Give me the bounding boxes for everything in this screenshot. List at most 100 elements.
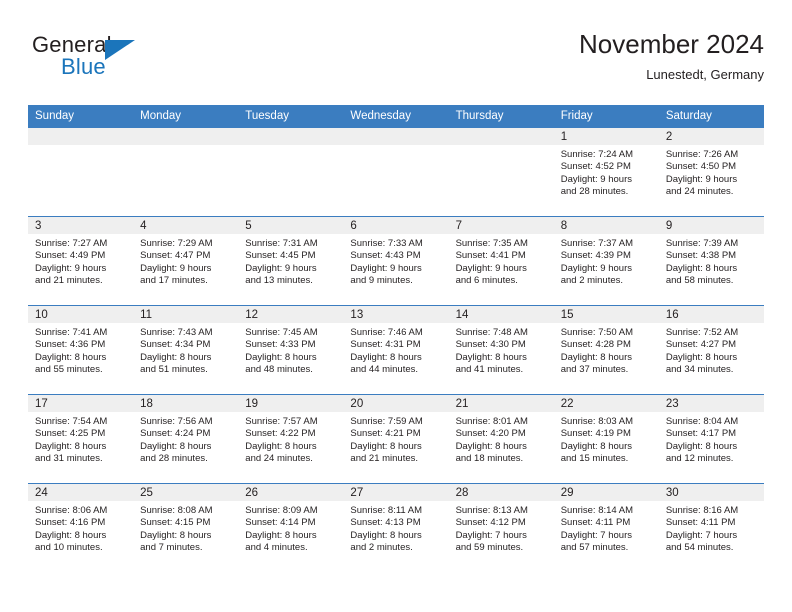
sunset-text: Sunset: 4:38 PM <box>665 250 737 262</box>
calendar-day-cell[interactable]: 11 Sunrise: 7:43 AM Sunset: 4:34 PM Dayligh… <box>133 306 239 394</box>
calendar-day-cell[interactable]: 2 Sunrise: 7:26 AM Sunset: 4:50 PM Daylight… <box>658 128 764 216</box>
sunrise-text: Sunrise: 7:52 AM <box>665 327 739 338</box>
daylight-text-line1: Daylight: 9 hours <box>350 262 422 274</box>
calendar-day-cell[interactable]: 24 Sunrise: 8:06 AM Sunset: 4:16 PM Dayligh… <box>28 484 134 572</box>
sunrise-text: Sunrise: 7:45 AM <box>245 327 318 338</box>
sunrise-text: Sunrise: 7:39 AM <box>665 238 739 249</box>
sunset-text: Sunset: 4:41 PM <box>455 250 526 262</box>
sunset-text: Sunset: 4:43 PM <box>350 250 421 262</box>
sunrise-text: Sunrise: 7:59 AM <box>350 416 423 427</box>
day-sun-info: Sunrise: 7:48 AM Sunset: 4:30 PM Daylight:… <box>449 323 554 377</box>
daylight-text-line1: Daylight: 8 hours <box>350 529 422 541</box>
title-block: November 2024 Lunestedt, Germany <box>579 28 764 85</box>
daylight-text-line2: and 37 minutes. <box>560 364 629 376</box>
calendar-day-cell[interactable]: 17 Sunrise: 7:54 AM Sunset: 4:25 PM Dayligh… <box>28 395 134 483</box>
calendar-week-row: 1 Sunrise: 7:24 AM Sunset: 4:52 PM Daylight… <box>28 128 764 216</box>
weekday-header-monday: Monday <box>140 110 182 122</box>
sunset-text: Sunset: 4:11 PM <box>560 517 631 529</box>
sunset-text: Sunset: 4:16 PM <box>35 517 106 529</box>
day-number: 29 <box>553 484 659 501</box>
calendar-day-cell[interactable]: 15 Sunrise: 7:50 AM Sunset: 4:28 PM Dayligh… <box>553 306 659 394</box>
day-sun-info: Sunrise: 7:56 AM Sunset: 4:24 PM Daylight:… <box>133 412 238 466</box>
calendar-day-cell[interactable]: 25 Sunrise: 8:08 AM Sunset: 4:15 PM Dayligh… <box>133 484 239 572</box>
daylight-text-line1: Daylight: 8 hours <box>665 440 738 452</box>
calendar-day-cell[interactable]: 12 Sunrise: 7:45 AM Sunset: 4:33 PM Dayligh… <box>238 306 344 394</box>
daylight-text-line2: and 2 minutes. <box>350 542 413 554</box>
daylight-text-line2: and 15 minutes. <box>560 453 629 465</box>
sunrise-text: Sunrise: 7:43 AM <box>140 327 213 338</box>
day-number: 11 <box>133 306 239 323</box>
calendar-day-cell[interactable]: 19 Sunrise: 7:57 AM Sunset: 4:22 PM Dayligh… <box>238 395 344 483</box>
calendar-day-cell[interactable]: 18 Sunrise: 7:56 AM Sunset: 4:24 PM Dayligh… <box>133 395 239 483</box>
day-number: 4 <box>133 217 239 234</box>
sunrise-text: Sunrise: 7:41 AM <box>35 327 108 338</box>
sunrise-text: Sunrise: 8:16 AM <box>665 505 739 516</box>
calendar-day-cell[interactable]: 21 Sunrise: 8:01 AM Sunset: 4:20 PM Dayligh… <box>448 395 554 483</box>
calendar-day-cell[interactable]: 1 Sunrise: 7:24 AM Sunset: 4:52 PM Daylight… <box>553 128 659 216</box>
weekday-header-friday: Friday <box>560 110 593 122</box>
day-sun-info: Sunrise: 7:52 AM Sunset: 4:27 PM Daylight:… <box>659 323 764 377</box>
day-number: 18 <box>133 395 239 412</box>
daylight-text-line1: Daylight: 8 hours <box>245 351 317 363</box>
calendar-day-cell[interactable]: 13 Sunrise: 7:46 AM Sunset: 4:31 PM Dayligh… <box>343 306 449 394</box>
daylight-text-line2: and 28 minutes. <box>140 453 208 465</box>
daylight-text-line2: and 31 minutes. <box>35 453 103 465</box>
day-number: 7 <box>448 217 554 234</box>
sunset-text: Sunset: 4:30 PM <box>455 339 526 351</box>
day-number <box>133 128 239 145</box>
daylight-text-line1: Daylight: 8 hours <box>140 351 212 363</box>
day-number: 21 <box>448 395 554 412</box>
day-number <box>238 128 344 145</box>
daylight-text-line2: and 21 minutes. <box>35 275 103 287</box>
calendar-day-cell[interactable]: 5 Sunrise: 7:31 AM Sunset: 4:45 PM Daylight… <box>238 217 344 305</box>
calendar-day-cell[interactable]: 4 Sunrise: 7:29 AM Sunset: 4:47 PM Daylight… <box>133 217 239 305</box>
calendar-day-cell-empty <box>448 128 554 216</box>
calendar-day-cell[interactable]: 22 Sunrise: 8:03 AM Sunset: 4:19 PM Dayligh… <box>553 395 659 483</box>
calendar-day-cell[interactable]: 26 Sunrise: 8:09 AM Sunset: 4:14 PM Dayligh… <box>238 484 344 572</box>
sunrise-text: Sunrise: 7:48 AM <box>455 327 528 338</box>
calendar-day-cell[interactable]: 6 Sunrise: 7:33 AM Sunset: 4:43 PM Daylight… <box>343 217 449 305</box>
daylight-text-line1: Daylight: 9 hours <box>665 173 738 185</box>
day-sun-info: Sunrise: 8:06 AM Sunset: 4:16 PM Daylight:… <box>28 501 133 555</box>
sunrise-text: Sunrise: 7:31 AM <box>245 238 318 249</box>
calendar-day-cell[interactable]: 10 Sunrise: 7:41 AM Sunset: 4:36 PM Dayligh… <box>28 306 134 394</box>
day-sun-info: Sunrise: 8:14 AM Sunset: 4:11 PM Daylight:… <box>554 501 659 555</box>
daylight-text-line1: Daylight: 8 hours <box>35 351 107 363</box>
calendar-day-cell[interactable]: 14 Sunrise: 7:48 AM Sunset: 4:30 PM Dayligh… <box>448 306 554 394</box>
calendar-day-cell[interactable]: 3 Sunrise: 7:27 AM Sunset: 4:49 PM Daylight… <box>28 217 134 305</box>
calendar-day-cell[interactable]: 7 Sunrise: 7:35 AM Sunset: 4:41 PM Daylight… <box>448 217 554 305</box>
daylight-text-line1: Daylight: 9 hours <box>140 262 212 274</box>
calendar-day-cell[interactable]: 9 Sunrise: 7:39 AM Sunset: 4:38 PM Daylight… <box>658 217 764 305</box>
weekday-header-row: Sunday Monday Tuesday Wednesday Thursday… <box>28 105 764 128</box>
calendar-day-cell[interactable]: 16 Sunrise: 7:52 AM Sunset: 4:27 PM Dayligh… <box>658 306 764 394</box>
day-number: 23 <box>658 395 764 412</box>
sunrise-text: Sunrise: 8:14 AM <box>560 505 634 516</box>
calendar-day-cell[interactable]: 28 Sunrise: 8:13 AM Sunset: 4:12 PM Dayligh… <box>448 484 554 572</box>
calendar-day-cell[interactable]: 8 Sunrise: 7:37 AM Sunset: 4:39 PM Daylight… <box>553 217 659 305</box>
sunrise-text: Sunrise: 8:08 AM <box>140 505 213 516</box>
daylight-text-line2: and 21 minutes. <box>350 453 419 465</box>
daylight-text-line2: and 55 minutes. <box>35 364 103 376</box>
day-number <box>448 128 554 145</box>
daylight-text-line2: and 17 minutes. <box>140 275 208 287</box>
calendar-day-cell[interactable]: 20 Sunrise: 7:59 AM Sunset: 4:21 PM Dayligh… <box>343 395 449 483</box>
calendar-grid: Sunday Monday Tuesday Wednesday Thursday… <box>28 105 764 572</box>
day-number: 3 <box>28 217 134 234</box>
calendar-day-cell[interactable]: 29 Sunrise: 8:14 AM Sunset: 4:11 PM Dayligh… <box>553 484 659 572</box>
daylight-text-line1: Daylight: 8 hours <box>350 351 422 363</box>
day-number: 10 <box>28 306 134 323</box>
calendar-day-cell[interactable]: 30 Sunrise: 8:16 AM Sunset: 4:11 PM Dayligh… <box>658 484 764 572</box>
calendar-day-cell[interactable]: 23 Sunrise: 8:04 AM Sunset: 4:17 PM Dayligh… <box>658 395 764 483</box>
day-sun-info: Sunrise: 7:27 AM Sunset: 4:49 PM Daylight:… <box>28 234 133 288</box>
day-number: 28 <box>448 484 554 501</box>
calendar-day-cell-empty <box>343 128 449 216</box>
triangle-flag-icon <box>105 40 135 60</box>
daylight-text-line2: and 34 minutes. <box>665 364 734 376</box>
sunset-text: Sunset: 4:21 PM <box>350 428 421 440</box>
weekday-header-saturday: Saturday <box>665 110 712 122</box>
generalblue-logo[interactable]: General Blue <box>32 32 252 92</box>
calendar-day-cell[interactable]: 27 Sunrise: 8:11 AM Sunset: 4:13 PM Dayligh… <box>343 484 449 572</box>
daylight-text-line1: Daylight: 9 hours <box>35 262 107 274</box>
sunrise-text: Sunrise: 7:26 AM <box>665 149 739 160</box>
day-number: 2 <box>658 128 764 145</box>
